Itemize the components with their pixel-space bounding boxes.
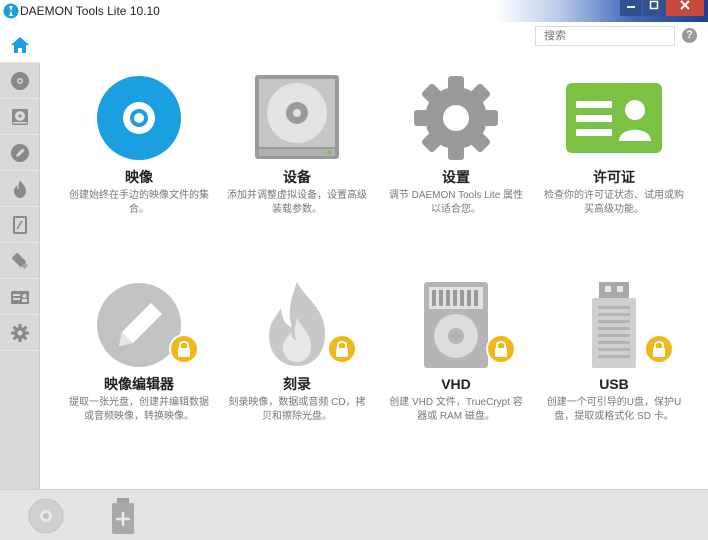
lock-badge: [327, 334, 357, 364]
tile-device[interactable]: 设备 添加并调整虚拟设备，设置高级装载参数。: [222, 73, 372, 217]
sidebar-item-settings[interactable]: [0, 315, 40, 351]
tile-label: 映像编辑器: [104, 376, 174, 392]
tile-label: 映像: [125, 169, 153, 185]
tile-description: 提取一张光盘，创建并编辑数据或音频映像，转换映像。: [69, 397, 209, 422]
disc-icon: [97, 76, 181, 160]
daemon-logo-icon: [3, 3, 19, 19]
title-bar: DAEMON Tools Lite 10.10: [0, 0, 708, 22]
disc-icon: [11, 71, 29, 90]
flame-icon: [14, 179, 26, 198]
lock-badge: [644, 334, 674, 364]
drive-icon: [255, 75, 339, 159]
close-button[interactable]: [666, 0, 704, 16]
tile-vhd[interactable]: VHD 创建 VHD 文件，TrueCrypt 容器或 RAM 磁盘。: [381, 280, 531, 424]
sidebar-item-edit-image[interactable]: [0, 135, 40, 171]
sidebar-item-home[interactable]: [0, 27, 40, 63]
tile-description: 添加并调整虚拟设备，设置高级装载参数。: [227, 190, 367, 215]
search-input[interactable]: [535, 26, 675, 46]
minimize-button[interactable]: [620, 0, 642, 16]
tile-burn[interactable]: 刻录 刻录映像，数据或音频 CD，拷贝和擦除光盘。: [222, 280, 372, 424]
tile-label: VHD: [441, 376, 471, 392]
tile-settings[interactable]: 设置 调节 DAEMON Tools Lite 属性以适合您。: [381, 73, 531, 217]
close-icon: [680, 0, 690, 10]
sidebar-item-images[interactable]: [0, 63, 40, 99]
sidebar-item-vhd[interactable]: [0, 207, 40, 243]
tile-label: 设置: [442, 169, 470, 185]
sidebar-item-license[interactable]: [0, 279, 40, 315]
home-icon: [11, 36, 29, 53]
lock-badge: [486, 334, 516, 364]
pencil-icon: [11, 143, 29, 162]
tile-label: USB: [599, 376, 629, 392]
license-icon: [566, 83, 662, 153]
gear-icon: [11, 323, 29, 342]
tile-image-editor[interactable]: 映像编辑器 提取一张光盘，创建并编辑数据或音频映像，转换映像。: [64, 280, 214, 424]
sidebar-item-usb[interactable]: [0, 243, 40, 279]
tile-description: 创建一个可引导的U盘，保护U盘，提取或格式化 SD 卡。: [546, 397, 682, 422]
sidebar-item-virtual-drive[interactable]: [0, 99, 40, 135]
tile-image[interactable]: 映像 创建始终在手边的映像文件的集合。: [64, 73, 214, 217]
usb-icon: [11, 252, 29, 269]
lock-icon: [653, 341, 665, 357]
lock-badge: [169, 334, 199, 364]
tile-description: 调节 DAEMON Tools Lite 属性以适合您。: [388, 190, 524, 215]
minimize-icon: [627, 6, 635, 8]
lock-icon: [336, 341, 348, 357]
tile-label: 许可证: [593, 169, 635, 185]
tile-description: 刻录映像，数据或音频 CD，拷贝和擦除光盘。: [228, 397, 366, 422]
tile-description: 创建 VHD 文件，TrueCrypt 容器或 RAM 磁盘。: [389, 397, 523, 422]
sidebar-item-burn[interactable]: [0, 171, 40, 207]
help-icon[interactable]: ?: [682, 28, 697, 43]
tile-usb[interactable]: USB 创建一个可引导的U盘，保护U盘，提取或格式化 SD 卡。: [539, 280, 689, 424]
gear-icon: [414, 76, 498, 160]
tile-license[interactable]: 许可证 检查你的许可证状态、试用或购买高级功能。: [539, 73, 689, 217]
tile-label: 设备: [283, 169, 311, 185]
bottom-bar: [0, 489, 708, 540]
vhd-icon: [13, 215, 27, 234]
license-icon: [11, 290, 29, 304]
tile-description: 创建始终在手边的映像文件的集合。: [69, 190, 209, 215]
disc-icon[interactable]: [28, 498, 64, 534]
window-title: DAEMON Tools Lite 10.10: [20, 4, 160, 18]
lock-icon: [495, 341, 507, 357]
maximize-icon: [649, 0, 659, 10]
sidebar: [0, 27, 40, 489]
lock-icon: [178, 341, 190, 357]
tile-description: 检查你的许可证状态、试用或购买高级功能。: [544, 190, 684, 215]
drive-icon: [12, 108, 28, 125]
maximize-button[interactable]: [643, 0, 665, 16]
tile-label: 刻录: [283, 376, 311, 392]
add-icon[interactable]: [110, 497, 136, 535]
